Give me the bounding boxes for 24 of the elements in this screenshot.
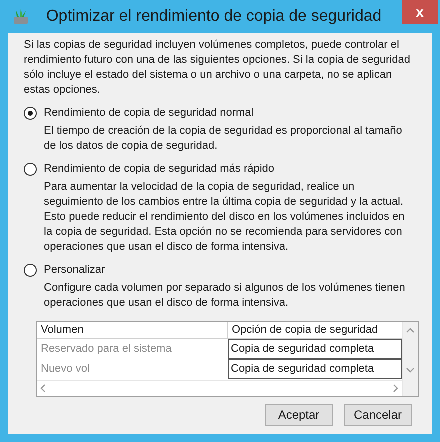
close-button[interactable]: x <box>402 0 438 24</box>
table-cell-text: Reservado para el sistema <box>40 342 173 357</box>
table-cell-text: Nuevo vol <box>40 362 91 377</box>
window-title: Optimizar el rendimiento de copia de seguridad <box>46 8 382 25</box>
option-description: Configure cada volumen por separado si algunos de los volúmenes tienen operaciones que usan el disco de forma intensiva. <box>43 281 406 311</box>
app-icon <box>12 8 30 26</box>
scroll-up-icon[interactable] <box>406 327 415 334</box>
column-header[interactable]: Opción de copia de seguridad <box>228 322 402 338</box>
scroll-down-icon[interactable] <box>406 367 415 374</box>
option-label: Personalizar <box>44 262 106 278</box>
option-label: Rendimiento de copia de seguridad más rápido <box>44 162 275 176</box>
dialog-button[interactable]: Aceptar <box>265 404 333 426</box>
radio-button[interactable] <box>24 106 37 120</box>
column-header[interactable]: Volumen <box>37 322 228 338</box>
option-description: El tiempo de creación de la copia de seguridad es proporcional al tamaño de los datos de copia de seguridad. <box>43 124 404 154</box>
scroll-right-icon[interactable] <box>392 384 399 393</box>
option-description: Para aumentar la velocidad de la copia de seguridad, realice un seguimiento de los cambios entre la última copia de seguridad y la actual. Esto puede reducir el rendimiento del disco en los volúmenes incluidos en la copia de seguridad. Esta opción no se recomienda para servidores con operaciones que usan el disco de forma intensiva. <box>43 180 406 255</box>
radio-button[interactable] <box>24 162 37 176</box>
intro-text: Si las copias de seguridad incluyen volúmenes completos, puede controlar el rendimiento futuro con una de las siguientes opciones. Si la copia de seguridad sólo incluye el estado del sistema o un archivo o una carpeta, no se aplican estas opciones. <box>24 38 412 98</box>
option-label: Rendimiento de copia de seguridad normal <box>44 106 254 120</box>
vertical-scrollbar[interactable] <box>402 322 418 396</box>
scroll-left-icon[interactable] <box>40 384 47 393</box>
dialog-button[interactable]: Cancelar <box>344 404 412 426</box>
radio-button[interactable] <box>24 264 37 276</box>
